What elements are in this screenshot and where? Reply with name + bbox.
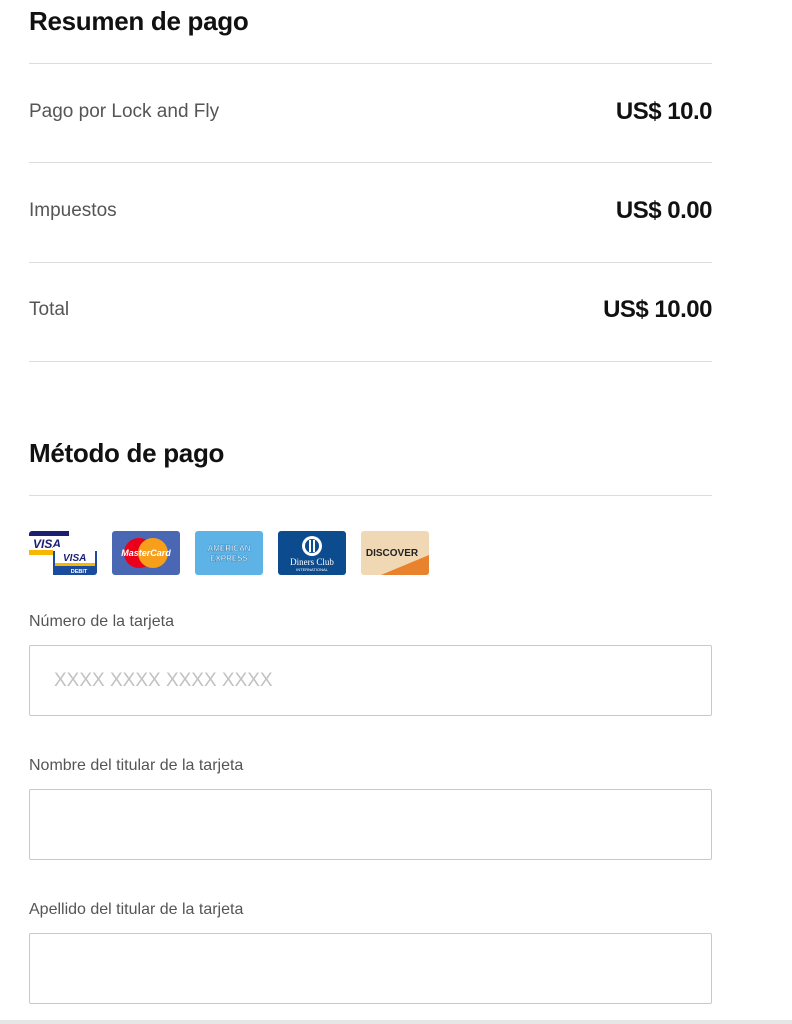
card-number-input[interactable] xyxy=(29,645,712,716)
summary-title: Resumen de pago xyxy=(29,6,249,36)
summary-row-value: US$ 0.00 xyxy=(615,197,713,224)
summary-row-taxes: Impuestos US$ 0.00 xyxy=(29,191,713,231)
summary-row-total: Total US$ 10.00 xyxy=(29,290,712,330)
discover-icon: DISCOVER xyxy=(361,531,429,575)
divider xyxy=(29,361,712,362)
summary-row-payment: Pago por Lock and Fly US$ 10.0 xyxy=(29,92,713,132)
summary-row-value: US$ 10.00 xyxy=(603,296,712,323)
card-number-label: Número de la tarjeta xyxy=(29,613,174,630)
first-name-label: Nombre del titular de la tarjeta xyxy=(29,757,244,774)
svg-text:AMERICAN: AMERICAN xyxy=(207,544,250,553)
bottom-edge xyxy=(0,1020,792,1024)
visa-debit-icon: VISA VISA DEBIT xyxy=(29,531,97,575)
summary-row-label: Pago por Lock and Fly xyxy=(29,101,220,122)
summary-row-label: Total xyxy=(29,299,70,320)
mastercard-icon: MasterCard xyxy=(112,531,180,575)
svg-text:INTERNATIONAL: INTERNATIONAL xyxy=(296,567,328,572)
summary-row-label: Impuestos xyxy=(29,200,117,221)
diners-club-icon: Diners Club INTERNATIONAL xyxy=(278,531,346,575)
card-brands: VISA VISA DEBIT MasterCard AMERICAN EXPR… xyxy=(29,531,429,575)
last-name-input[interactable] xyxy=(29,933,712,1004)
last-name-label: Apellido del titular de la tarjeta xyxy=(29,901,244,918)
svg-text:Diners Club: Diners Club xyxy=(290,557,334,567)
divider xyxy=(29,262,712,263)
american-express-icon: AMERICAN EXPRESS xyxy=(195,531,263,575)
svg-text:DEBIT: DEBIT xyxy=(71,569,88,575)
summary-row-value: US$ 10.0 xyxy=(615,98,713,125)
divider xyxy=(29,162,712,163)
payment-method-title: Método de pago xyxy=(29,438,225,468)
divider xyxy=(29,495,712,496)
svg-text:EXPRESS: EXPRESS xyxy=(210,554,248,563)
divider xyxy=(29,63,712,64)
first-name-input[interactable] xyxy=(29,789,712,860)
svg-text:DISCOVER: DISCOVER xyxy=(366,548,419,559)
svg-text:MasterCard: MasterCard xyxy=(121,548,171,558)
svg-text:VISA: VISA xyxy=(63,553,86,564)
